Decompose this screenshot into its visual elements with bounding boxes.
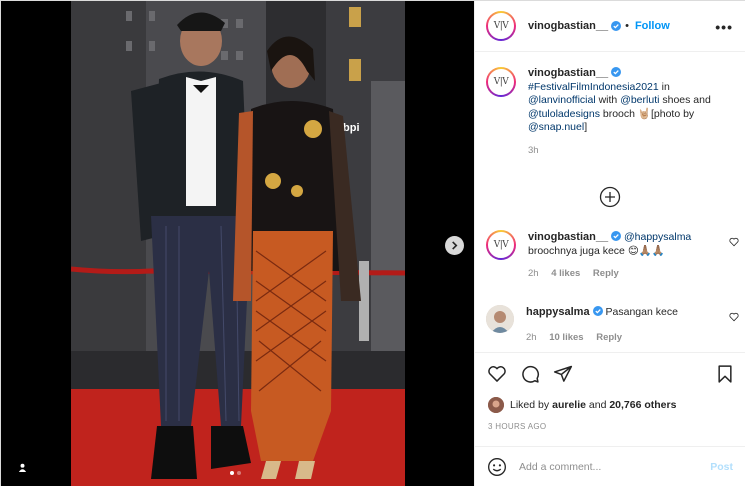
comment-time: 2h bbox=[526, 332, 537, 343]
comment-item: happysalma Pasangan kece 2h 10 likes Rep… bbox=[486, 305, 741, 345]
comment-text: broochnya juga kece 😊🙏🏽🙏🏽 bbox=[528, 245, 665, 257]
avatar-logo: V|V bbox=[488, 13, 514, 39]
carousel-dots bbox=[230, 471, 241, 475]
verified-icon bbox=[611, 67, 622, 77]
more-options-button[interactable]: ••• bbox=[715, 19, 733, 35]
plus-circle-icon[interactable] bbox=[599, 186, 621, 208]
comment-body: happysalma Pasangan kece 2h 10 likes Rep… bbox=[526, 305, 721, 345]
comment-time: 2h bbox=[528, 268, 539, 279]
comment-username[interactable]: vinogbastian__ bbox=[528, 231, 608, 243]
post-caption: V|V vinogbastian__ #FestivalFilmIndonesi… bbox=[486, 67, 736, 157]
post-side-panel: V|V vinogbastian__ • Follow ••• V|V vino… bbox=[474, 1, 745, 486]
comment-likes[interactable]: 4 likes bbox=[551, 268, 580, 279]
user-tag-button[interactable] bbox=[13, 458, 31, 476]
caption-fragment: brooch 🤘🏼[photo by bbox=[599, 107, 695, 120]
action-bar bbox=[475, 352, 745, 392]
avatar[interactable] bbox=[486, 305, 514, 333]
comment-input[interactable]: Add a comment... bbox=[519, 461, 710, 473]
happysalma-avatar bbox=[486, 305, 514, 333]
heart-icon[interactable] bbox=[729, 237, 739, 247]
comment-meta: 2h 10 likes Reply bbox=[526, 331, 721, 345]
comment-username[interactable]: happysalma bbox=[526, 306, 590, 318]
liker-avatar bbox=[488, 397, 504, 413]
avatar[interactable]: V|V bbox=[486, 11, 516, 41]
mention-link[interactable]: @happysalma bbox=[624, 231, 691, 243]
comment-item: V|V vinogbastian__ @happysalma broochnya… bbox=[486, 230, 741, 281]
mention-link[interactable]: @lanvinofficial bbox=[528, 94, 596, 106]
comment-likes[interactable]: 10 likes bbox=[549, 332, 583, 343]
caption-fragment: with bbox=[595, 94, 621, 106]
carousel-dot bbox=[237, 471, 241, 475]
red-carpet-photo: bpi bbox=[71, 1, 405, 486]
caption-fragment: in bbox=[658, 80, 670, 93]
avatar-logo: V|V bbox=[488, 232, 514, 258]
comment-icon[interactable] bbox=[520, 364, 540, 384]
post-header: V|V vinogbastian__ • Follow ••• bbox=[475, 1, 745, 52]
hashtag-link[interactable]: #FestivalFilmIndonesia2021 bbox=[528, 81, 659, 93]
carousel-dot-active bbox=[230, 471, 234, 475]
mention-link[interactable]: @tuloladesigns bbox=[528, 108, 600, 120]
comment-meta: 2h 4 likes Reply bbox=[528, 267, 723, 281]
verified-icon bbox=[592, 306, 603, 316]
follow-button[interactable]: Follow bbox=[635, 20, 670, 32]
post-modal: bpi V|V vinogbastian__ • Follow ••• V|V … bbox=[0, 0, 745, 486]
likes-middle: and bbox=[585, 399, 610, 411]
avatar[interactable] bbox=[488, 397, 504, 413]
header-username[interactable]: vinogbastian__ bbox=[528, 20, 608, 32]
reply-button[interactable]: Reply bbox=[596, 332, 622, 343]
post-comment-button[interactable]: Post bbox=[710, 461, 733, 473]
post-timestamp[interactable]: 3 HOURS AGO bbox=[488, 422, 546, 431]
next-photo-button[interactable] bbox=[445, 236, 464, 255]
add-comment-bar: Add a comment... Post bbox=[475, 446, 745, 486]
emoji-icon[interactable] bbox=[487, 457, 507, 477]
heart-icon[interactable] bbox=[487, 364, 507, 384]
mention-link[interactable]: @berluti bbox=[620, 94, 659, 106]
comments-section: V|V vinogbastian__ #FestivalFilmIndonesi… bbox=[475, 52, 745, 352]
comment-avatar[interactable]: V|V bbox=[486, 230, 516, 260]
next-arrow-icon bbox=[452, 241, 458, 250]
verified-icon bbox=[611, 21, 622, 31]
avatar-logo: V|V bbox=[488, 69, 514, 95]
save-icon[interactable] bbox=[715, 364, 735, 384]
caption-fragment: shoes and bbox=[659, 94, 711, 106]
caption-username[interactable]: vinogbastian__ bbox=[528, 67, 608, 79]
comment-body: vinogbastian__ @happysalma broochnya jug… bbox=[528, 230, 723, 281]
likes-user-link[interactable]: aurelie bbox=[552, 399, 586, 411]
caption-time: 3h bbox=[528, 144, 539, 156]
svg-text:bpi: bpi bbox=[343, 122, 360, 134]
header-separator: • bbox=[625, 20, 629, 32]
user-tag-icon bbox=[18, 463, 26, 472]
heart-icon[interactable] bbox=[729, 312, 739, 322]
comment-text: Pasangan kece bbox=[605, 306, 678, 318]
share-icon[interactable] bbox=[553, 364, 573, 384]
mention-link[interactable]: @snap.nuel bbox=[528, 121, 584, 133]
likes-summary: Liked by aurelie and 20,766 others bbox=[488, 397, 676, 413]
verified-icon bbox=[611, 231, 622, 241]
reply-button[interactable]: Reply bbox=[593, 268, 619, 279]
likes-others-link[interactable]: 20,766 others bbox=[609, 399, 676, 411]
post-photo[interactable]: bpi bbox=[71, 1, 405, 486]
post-media: bpi bbox=[1, 1, 474, 486]
caption-avatar[interactable]: V|V bbox=[486, 67, 516, 97]
caption-fragment: ] bbox=[584, 121, 588, 133]
likes-prefix: Liked by bbox=[510, 399, 550, 411]
caption-text: vinogbastian__ #FestivalFilmIndonesia202… bbox=[528, 67, 733, 157]
